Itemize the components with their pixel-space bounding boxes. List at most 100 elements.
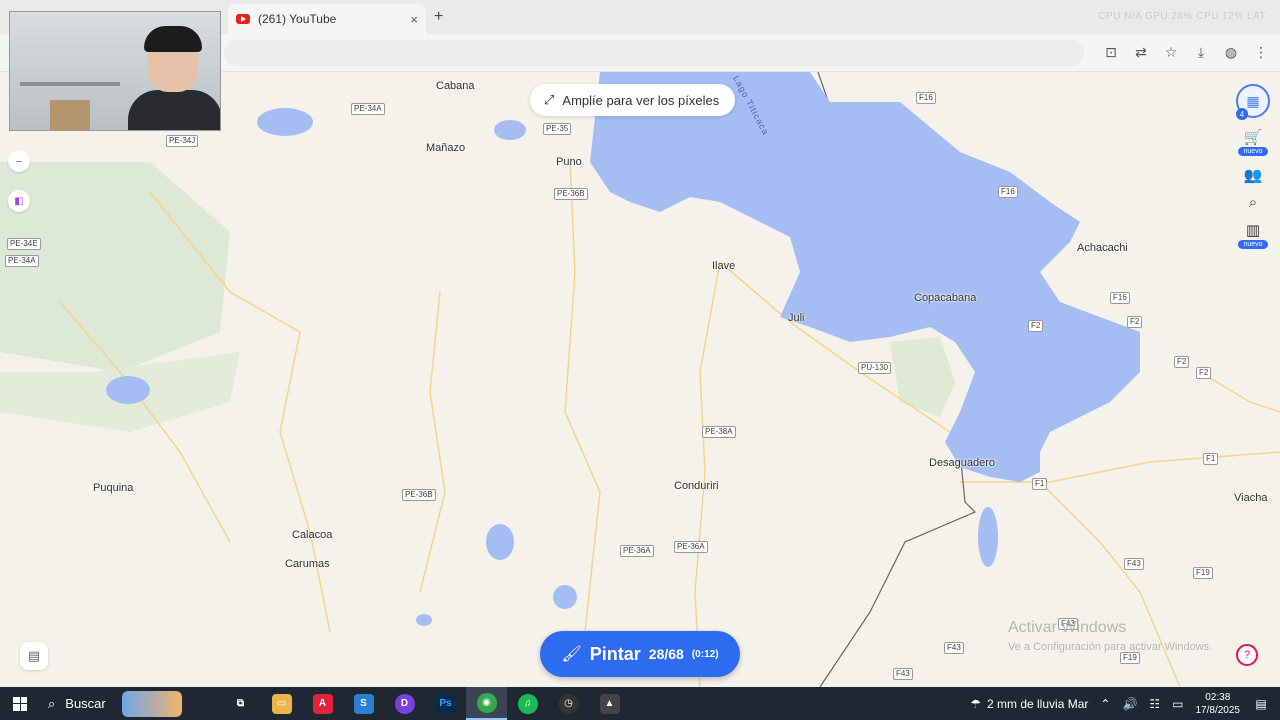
- vegetation-area: [890, 337, 955, 417]
- lake: [416, 614, 432, 626]
- network-icon[interactable]: ☷: [1149, 697, 1160, 711]
- paint-button[interactable]: 🖌 Pintar 28/68 (0:12): [540, 631, 740, 677]
- notification-center-icon[interactable]: ▤: [1252, 697, 1270, 711]
- road-marker: F16: [1110, 292, 1130, 304]
- road-marker: F43: [944, 642, 964, 654]
- photos-button[interactable]: ▲: [589, 687, 630, 720]
- paint-label: Pintar: [589, 643, 641, 664]
- wplace-logo-button[interactable]: ▦ 4: [1236, 84, 1270, 120]
- city-viacha: Viacha: [1234, 492, 1268, 504]
- notification-count: 4: [1236, 108, 1248, 120]
- windows-taskbar: ⌕ Buscar ⧉ ▭ A S D Ps ◉ ♫ ◷ ▲ ☂ 2 mm de …: [0, 687, 1280, 720]
- road-marker: F1: [1032, 478, 1048, 490]
- zoom-hint: ⤢ Amplíe para ver los píxeles: [530, 84, 736, 116]
- road-marker: F2: [1196, 367, 1212, 379]
- url-input[interactable]: [224, 40, 1084, 66]
- store-button[interactable]: 🛒 nuevo: [1236, 128, 1270, 156]
- menu-icon[interactable]: ⋮: [1252, 44, 1270, 61]
- chrome-icon: ◉: [476, 692, 497, 713]
- city-puno: Puno: [556, 156, 582, 168]
- road-marker: PE-34J: [166, 135, 199, 147]
- photoshop-button[interactable]: Ps: [425, 687, 466, 720]
- tab-youtube[interactable]: (261) YouTube ×: [228, 4, 426, 34]
- taskview-button[interactable]: ⧉: [220, 687, 261, 720]
- city-calacoa: Calacoa: [292, 529, 333, 541]
- taskbar-search[interactable]: ⌕ Buscar: [40, 687, 210, 720]
- road-marker: F2: [1127, 316, 1143, 328]
- group-button[interactable]: 👥: [1236, 166, 1270, 184]
- road-marker: PE-36B: [554, 188, 588, 200]
- city-juli: Juli: [788, 312, 805, 324]
- download-icon[interactable]: ⤓: [1192, 44, 1210, 61]
- brush-icon: 🖌: [561, 646, 582, 663]
- install-icon[interactable]: ⊡: [1102, 44, 1120, 61]
- road-marker: PE-34A: [5, 255, 39, 267]
- search-label: Buscar: [65, 696, 106, 711]
- road-marker: F19: [1193, 567, 1213, 579]
- minus-button[interactable]: –: [8, 150, 30, 172]
- city-cabana: Cabana: [436, 80, 475, 92]
- file-explorer-button[interactable]: ▭: [261, 687, 302, 720]
- road-marker: PE-36A: [620, 545, 654, 557]
- start-button[interactable]: [0, 687, 40, 720]
- lake: [106, 376, 150, 404]
- streamer-figure: [128, 26, 220, 130]
- new-tab-button[interactable]: +: [434, 8, 443, 26]
- lake: [486, 524, 514, 560]
- weather-widget[interactable]: ☂ 2 mm de lluvia Mar: [970, 697, 1088, 711]
- chrome-button[interactable]: ◉: [466, 687, 507, 720]
- app-red-icon: A: [312, 693, 333, 714]
- clock-date: 17/8/2025: [1195, 704, 1241, 716]
- taskbar-apps: ⧉ ▭ A S D Ps ◉ ♫ ◷ ▲: [220, 687, 630, 720]
- map-svg: [0, 72, 1280, 687]
- webcam-overlay: [9, 11, 221, 131]
- left-toolbar: – ◧: [8, 150, 30, 212]
- app-blue-button[interactable]: S: [343, 687, 384, 720]
- youtube-icon: [236, 14, 250, 24]
- spotify-button[interactable]: ♫: [507, 687, 548, 720]
- taskbar-clock[interactable]: 02:38 17/8/2025: [1196, 691, 1241, 717]
- new-badge: nuevo: [1238, 147, 1268, 156]
- lake: [257, 108, 313, 136]
- map-canvas[interactable]: Lago Titicaca Cabana Mañazo Puno Ilave J…: [0, 72, 1280, 687]
- city-ilave: Ilave: [712, 260, 736, 272]
- road-marker: F2: [1174, 356, 1190, 368]
- twitch-icon[interactable]: ◧: [8, 190, 30, 212]
- profile-icon[interactable]: ◍: [1222, 44, 1240, 61]
- windows-logo-icon: [13, 696, 27, 711]
- road-marker: F16: [916, 92, 936, 104]
- app-blue-icon: S: [353, 693, 374, 714]
- city-desaguadero: Desaguadero: [929, 457, 996, 469]
- map-search-button[interactable]: ⌕: [1236, 194, 1270, 211]
- app-clock-icon: ◷: [558, 693, 579, 714]
- help-button[interactable]: ?: [1236, 644, 1258, 666]
- folder-icon: ▭: [271, 693, 292, 714]
- leaderboard-button[interactable]: ▥ nuevo: [1236, 221, 1270, 249]
- watermark-title: Activar Windows: [1008, 619, 1127, 636]
- road-marker: F43: [893, 668, 913, 680]
- taskview-icon: ⧉: [230, 693, 251, 714]
- star-icon[interactable]: ☆: [1162, 44, 1180, 61]
- lake: [494, 120, 526, 140]
- city-carumas: Carumas: [285, 558, 330, 570]
- tray-chevron-icon[interactable]: ⌃: [1100, 697, 1110, 711]
- layers-button[interactable]: ▤: [20, 642, 48, 670]
- cart-icon: 🛒: [1243, 129, 1263, 146]
- app-red-button[interactable]: A: [302, 687, 343, 720]
- road-marker: PE-36B: [402, 489, 436, 501]
- tab-close-icon[interactable]: ×: [410, 12, 418, 27]
- search-highlight-image: [121, 690, 182, 717]
- layers-icon: ▤: [27, 648, 41, 663]
- app-purple-button[interactable]: D: [384, 687, 425, 720]
- search-icon: ⌕: [48, 695, 56, 711]
- translate-icon[interactable]: ⇄: [1132, 44, 1150, 61]
- clock-time: 02:38: [1205, 691, 1231, 703]
- road-marker: PE-38A: [702, 426, 736, 438]
- app-clock-button[interactable]: ◷: [548, 687, 589, 720]
- rain-cloud-icon: ☂: [970, 696, 981, 711]
- volume-icon[interactable]: 🔊: [1122, 697, 1137, 711]
- photos-icon: ▲: [599, 693, 620, 714]
- road-marker: F1: [1203, 453, 1219, 465]
- battery-icon[interactable]: ▭: [1172, 697, 1183, 711]
- lake-titicaca: [590, 72, 1140, 482]
